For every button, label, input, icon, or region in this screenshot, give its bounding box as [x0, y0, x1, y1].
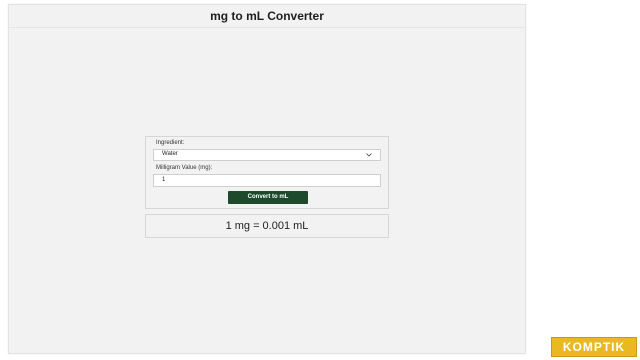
chevron-down-icon [366, 153, 372, 157]
milligram-input[interactable]: 1 [153, 174, 381, 187]
ingredient-selected-value: Water [162, 151, 178, 157]
brand-logo: KOMPTIK [551, 337, 637, 357]
ingredient-label: Ingredient: [156, 140, 185, 146]
ingredient-select[interactable]: Water [153, 149, 381, 161]
result-display: 1 mg = 0.001 mL [145, 214, 389, 238]
convert-button[interactable]: Convert to mL [228, 191, 308, 204]
converter-window: mg to mL Converter Ingredient: Water Mil… [8, 4, 526, 354]
page-title: mg to mL Converter [9, 5, 525, 28]
converter-form: Ingredient: Water Milligram Value (mg): … [145, 136, 389, 209]
milligram-label: Milligram Value (mg): [156, 165, 213, 171]
